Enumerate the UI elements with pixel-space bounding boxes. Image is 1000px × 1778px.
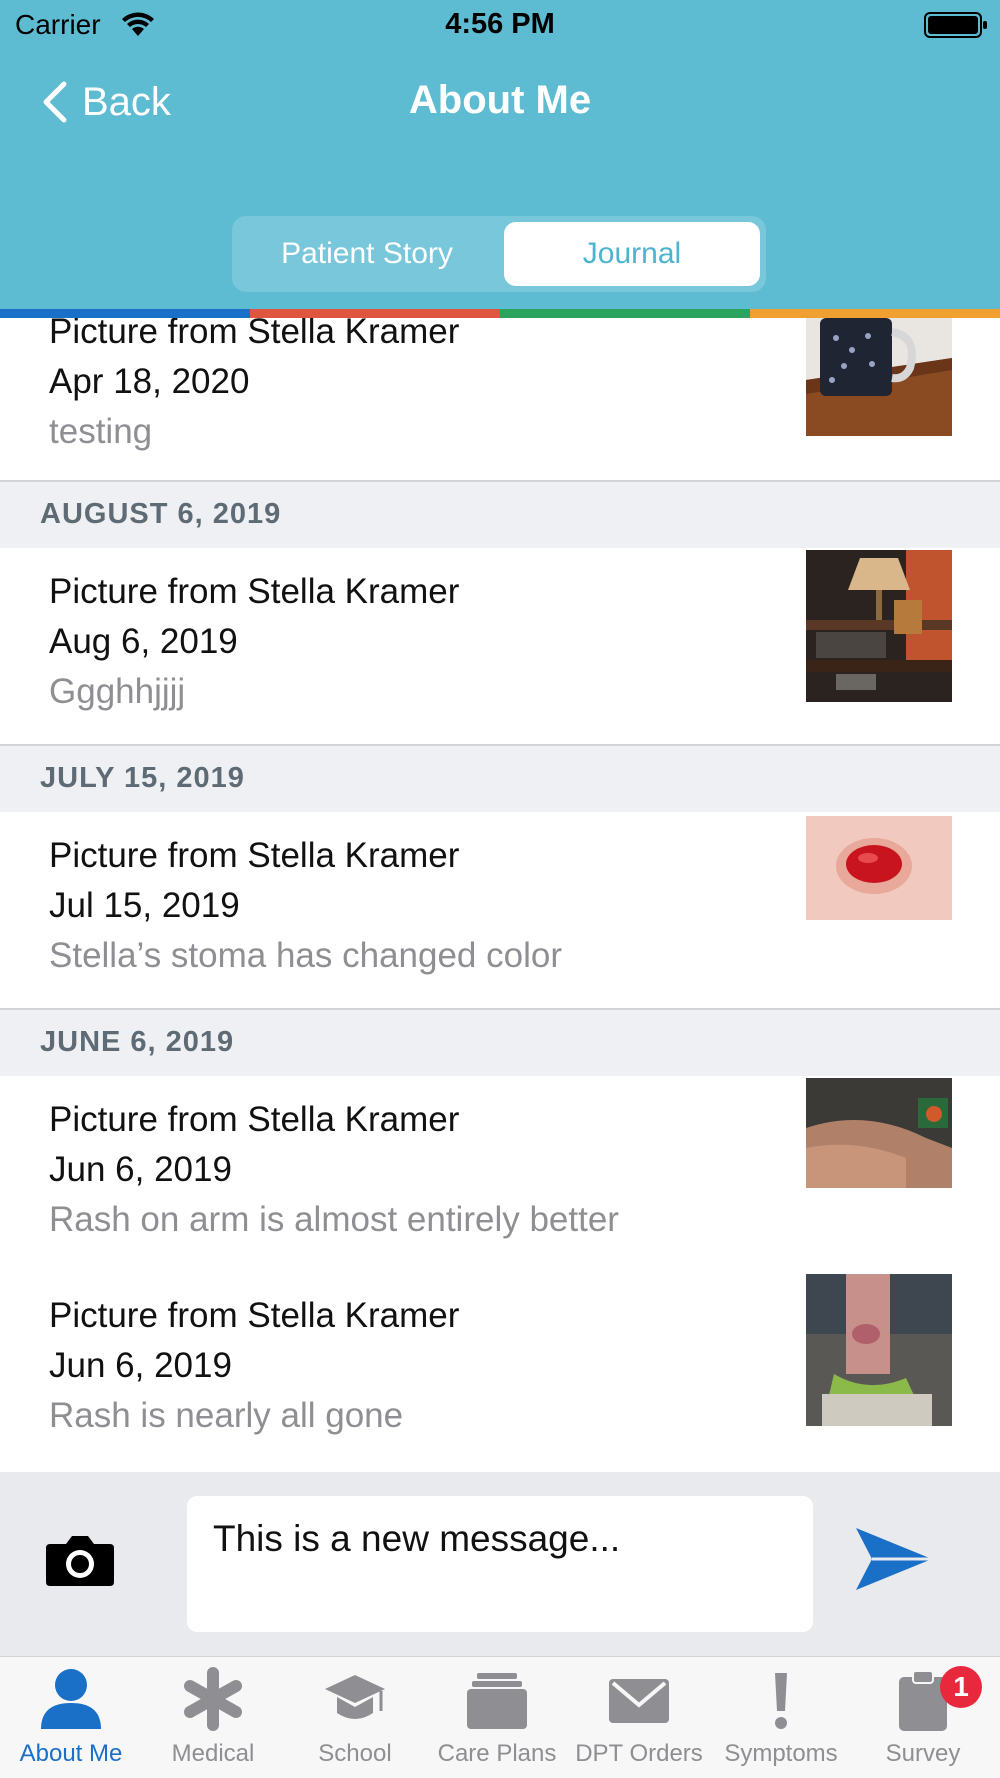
tab-dpt-orders[interactable]: DPT Orders	[568, 1657, 710, 1778]
entry-date: Aug 6, 2019	[49, 622, 238, 661]
tab-patient-story[interactable]: Patient Story	[238, 222, 496, 286]
folders-icon	[467, 1673, 527, 1729]
section-header: JULY 15, 2019	[0, 744, 1000, 812]
asterisk-icon	[184, 1667, 242, 1731]
page-title: About Me	[408, 78, 592, 122]
exclamation-icon	[775, 1673, 787, 1729]
status-bar: Carrier 4:56 PM	[0, 0, 1000, 50]
list-item[interactable]: Picture from Stella Kramer Apr 18, 2020 …	[0, 318, 1000, 480]
entry-note: Rash on arm is almost entirely better	[49, 1200, 619, 1239]
section-header: AUGUST 6, 2019	[0, 480, 1000, 548]
envelope-icon	[609, 1679, 669, 1723]
entry-date: Jul 15, 2019	[49, 886, 240, 925]
entry-title: Picture from Stella Kramer	[49, 1296, 460, 1335]
compose-bar: This is a new message...	[0, 1472, 1000, 1656]
list-item[interactable]: Picture from Stella Kramer Aug 6, 2019 G…	[0, 550, 1000, 744]
entry-title: Picture from Stella Kramer	[49, 836, 460, 875]
battery-icon	[924, 12, 987, 38]
entry-note: Rash is nearly all gone	[49, 1396, 404, 1435]
list-item[interactable]: Picture from Stella Kramer Jun 6, 2019 R…	[0, 1078, 1000, 1274]
person-icon	[41, 1669, 101, 1729]
photo-thumbnail-mug[interactable]	[806, 318, 952, 436]
tab-school[interactable]: School	[284, 1657, 426, 1778]
tab-about-me[interactable]: About Me	[0, 1657, 142, 1778]
entry-title: Picture from Stella Kramer	[49, 572, 460, 611]
segmented-control: Patient Story Journal	[232, 216, 766, 292]
section-header: JUNE 6, 2019	[0, 1008, 1000, 1076]
message-input[interactable]: This is a new message...	[187, 1496, 813, 1632]
accent-blue	[0, 309, 250, 318]
status-time: 4:56 PM	[445, 8, 555, 40]
accent-red	[250, 309, 500, 318]
entry-date: Jun 6, 2019	[49, 1150, 232, 1189]
photo-thumbnail-leg[interactable]	[806, 1274, 952, 1426]
tab-symptoms[interactable]: Symptoms	[710, 1657, 852, 1778]
entry-date: Jun 6, 2019	[49, 1346, 232, 1385]
entry-title: Picture from Stella Kramer	[49, 1100, 460, 1139]
accent-green	[500, 309, 750, 318]
accent-color-bar	[0, 309, 1000, 318]
tab-journal[interactable]: Journal	[504, 222, 760, 286]
graduation-cap-icon	[325, 1675, 385, 1719]
camera-icon[interactable]	[44, 1530, 116, 1590]
entry-note: testing	[49, 412, 153, 451]
tab-bar: About Me Medical School Care Plans DPT O…	[0, 1656, 1000, 1778]
tab-survey[interactable]: 1 Survey	[852, 1657, 994, 1778]
entry-title: Picture from Stella Kramer	[49, 318, 460, 351]
photo-thumbnail-arm[interactable]	[806, 1078, 952, 1188]
list-item[interactable]: Picture from Stella Kramer Jul 15, 2019 …	[0, 814, 1000, 1008]
journal-list[interactable]: Picture from Stella Kramer Apr 18, 2020 …	[0, 318, 1000, 1472]
photo-thumbnail-stoma[interactable]	[806, 816, 952, 920]
tab-care-plans[interactable]: Care Plans	[426, 1657, 568, 1778]
accent-orange	[750, 309, 1000, 318]
entry-date: Apr 18, 2020	[49, 362, 250, 401]
list-item[interactable]: Picture from Stella Kramer Jun 6, 2019 R…	[0, 1274, 1000, 1470]
send-icon[interactable]	[854, 1526, 934, 1592]
photo-thumbnail-desk[interactable]	[806, 550, 952, 702]
entry-note: Ggghhjjjj	[49, 672, 186, 711]
navigation-header: Carrier 4:56 PM Back About Me Patient St…	[0, 0, 1000, 310]
notification-badge: 1	[940, 1666, 982, 1708]
entry-note: Stella’s stoma has changed color	[49, 936, 562, 975]
tab-medical[interactable]: Medical	[142, 1657, 284, 1778]
